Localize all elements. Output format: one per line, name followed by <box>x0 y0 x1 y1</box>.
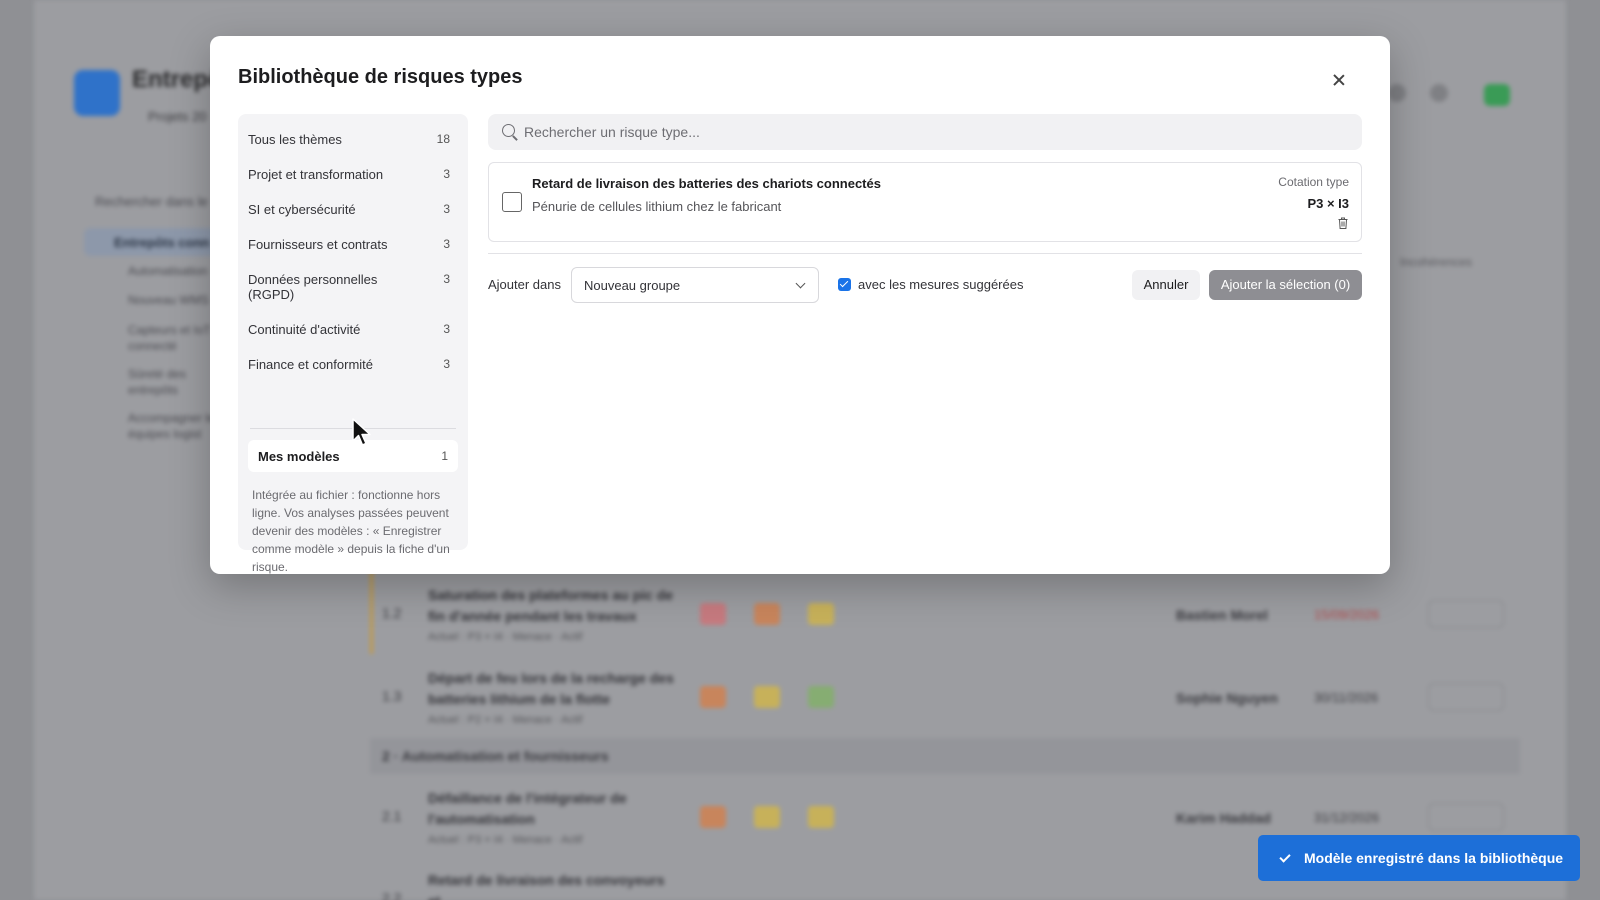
theme-item-finance[interactable]: Finance et conformité 3 <box>248 357 458 372</box>
theme-item-continuite[interactable]: Continuité d'activité 3 <box>248 322 458 337</box>
cancel-button[interactable]: Annuler <box>1132 270 1200 300</box>
cotation-label: Cotation type <box>1278 175 1349 189</box>
table-row: 1.3 Départ de feu lors de la recharge de… <box>370 658 1520 738</box>
theme-item-rgpd[interactable]: Données personnelles (RGPD) 3 <box>248 272 458 302</box>
modal-title: Bibliothèque de risques types <box>238 66 523 88</box>
toast-message: Modèle enregistré dans la bibliothèque <box>1304 850 1564 866</box>
moon-icon <box>1430 84 1448 102</box>
measures-checkbox[interactable] <box>838 278 851 291</box>
risk-checkbox[interactable] <box>502 192 522 212</box>
theme-sidebar: Tous les thèmes 18 Projet et transformati… <box>238 114 468 574</box>
risk-template-card[interactable]: Retard de livraison des batteries des ch… <box>488 162 1362 242</box>
chevron-down-icon <box>795 278 806 289</box>
check-icon <box>1279 851 1291 863</box>
search-input[interactable] <box>524 114 1344 150</box>
app-logo <box>74 70 120 116</box>
add-in-label: Ajouter dans <box>488 277 561 292</box>
theme-item-all[interactable]: Tous les thèmes 18 <box>248 132 458 147</box>
table-row: 1.2 Saturation des plateformes au pic de… <box>370 575 1520 655</box>
measures-label[interactable]: avec les mesures suggérées <box>858 277 1023 292</box>
risk-library-modal: Bibliothèque de risques types Tous les t… <box>210 36 1390 574</box>
mouse-cursor-icon <box>352 418 371 446</box>
trash-icon[interactable] <box>1338 217 1348 229</box>
risk-search <box>488 114 1362 150</box>
theme-item-projet[interactable]: Projet et transformation 3 <box>248 167 458 182</box>
risk-title: Retard de livraison des batteries des ch… <box>532 176 881 191</box>
section-header: 2 · Automatisation et fournisseurs <box>370 738 1520 774</box>
search-icon <box>502 124 515 137</box>
separator <box>488 253 1362 254</box>
tree-search: Rechercher dans le <box>95 194 208 209</box>
add-selection-button[interactable]: Ajouter la sélection (0) <box>1209 270 1362 300</box>
success-toast: Modèle enregistré dans la bibliothèque <box>1258 835 1580 881</box>
avatar <box>1484 84 1510 106</box>
app-subtitle: Projets 20 <box>148 109 207 124</box>
sidebar-note: Intégrée au fichier : fonctionne hors li… <box>252 488 450 574</box>
filter-pill: Incohérences <box>1400 255 1473 269</box>
close-icon[interactable] <box>1328 70 1350 92</box>
risk-description: Pénurie de cellules lithium chez le fabr… <box>532 199 782 214</box>
gear-icon <box>1388 84 1406 102</box>
theme-item-si[interactable]: SI et cybersécurité 3 <box>248 202 458 217</box>
group-select[interactable]: Nouveau groupe <box>571 267 819 303</box>
cotation-value: P3 × I3 <box>1307 196 1349 211</box>
theme-item-fournisseurs[interactable]: Fournisseurs et contrats 3 <box>248 237 458 252</box>
